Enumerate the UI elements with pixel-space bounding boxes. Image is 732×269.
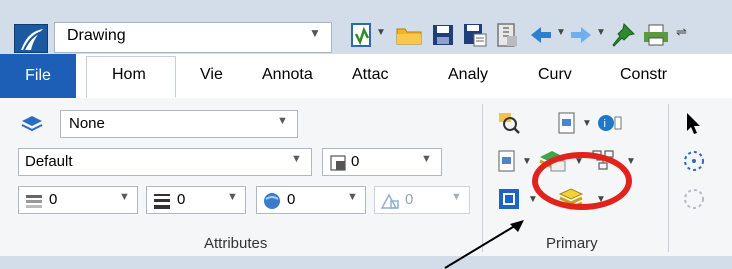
svg-text:i: i	[604, 118, 606, 130]
chevron-down-icon: ▼	[451, 191, 462, 203]
color-icon	[26, 195, 42, 208]
chevron-down-icon: ▼	[227, 191, 238, 203]
priority-icon	[330, 155, 346, 171]
chevron-down-icon: ▼	[309, 26, 321, 40]
priority-value: 0	[351, 153, 360, 170]
weight-value: 0	[177, 191, 186, 208]
save-settings-icon[interactable]	[460, 21, 490, 49]
weight-icon	[154, 194, 170, 209]
tab-attach[interactable]: Attac	[352, 66, 402, 84]
color-value: 0	[49, 191, 58, 208]
ribbon-bottom-border	[0, 256, 732, 269]
workflow-selector-value: Drawing	[67, 27, 126, 44]
clear-selection-icon[interactable]	[682, 186, 706, 212]
tab-curves[interactable]: Curv	[538, 66, 582, 84]
color-combo[interactable]: 0 ▼	[18, 186, 138, 214]
chevron-down-icon: ▼	[119, 191, 130, 203]
models-icon[interactable]	[556, 110, 578, 136]
tab-analyze[interactable]: Analy	[448, 66, 504, 84]
explorer-search-icon[interactable]	[496, 110, 522, 136]
highlight-ellipse	[532, 152, 632, 210]
fence-icon[interactable]	[682, 148, 706, 174]
chevron-down-icon[interactable]: ▼	[376, 27, 386, 38]
primary-group-label: Primary	[546, 235, 598, 252]
select-element-icon[interactable]	[682, 110, 704, 136]
workflow-selector[interactable]: Drawing ▼	[54, 22, 332, 53]
element-template-combo[interactable]: Default ▼	[18, 148, 312, 176]
chevron-down-icon[interactable]: ▼	[528, 194, 538, 205]
weight-combo[interactable]: 0 ▼	[146, 186, 246, 214]
line-style-combo[interactable]: 0 ▼	[256, 186, 366, 214]
transparency-icon	[380, 193, 399, 209]
save-icon[interactable]	[428, 21, 458, 49]
chevron-down-icon[interactable]: ▼	[596, 27, 606, 38]
chevron-down-icon[interactable]: ▼	[522, 156, 532, 167]
chevron-down-icon[interactable]: ▼	[556, 27, 566, 38]
pushpin-icon[interactable]	[608, 21, 638, 49]
line-style-icon	[264, 193, 280, 209]
open-folder-icon[interactable]	[394, 21, 424, 49]
quick-access-toolbar: Drawing ▼ ▼ ▼ ▼ ⇌	[0, 0, 732, 54]
view-attributes-icon[interactable]	[496, 186, 522, 212]
redo-icon[interactable]	[568, 21, 594, 49]
chevron-down-icon: ▼	[277, 115, 288, 127]
attributes-group-label: Attributes	[204, 235, 268, 252]
tab-view[interactable]: Vie	[200, 66, 232, 84]
customize-toolbar-icon[interactable]: ⇌	[676, 24, 687, 40]
level-combo-value: None	[69, 115, 105, 132]
tab-home[interactable]: Hom	[112, 66, 150, 84]
microstation-logo-icon[interactable]	[14, 24, 48, 53]
references-icon[interactable]	[496, 148, 518, 174]
chevron-down-icon[interactable]: ▼	[626, 156, 636, 167]
chevron-down-icon[interactable]: ▼	[582, 118, 592, 129]
tab-constraints[interactable]: Constr	[620, 66, 732, 84]
file-new-icon[interactable]	[348, 21, 376, 49]
tab-annotate[interactable]: Annota	[262, 66, 318, 84]
pointer-arrow-icon	[444, 220, 524, 269]
print-icon[interactable]	[640, 21, 672, 49]
tab-file[interactable]: File	[0, 54, 76, 98]
level-icon	[20, 112, 44, 134]
chevron-down-icon: ▼	[347, 191, 358, 203]
line-style-value: 0	[287, 191, 296, 208]
transparency-value: 0	[405, 191, 414, 208]
level-combo[interactable]: None ▼	[60, 110, 298, 138]
transparency-combo[interactable]: 0 ▼	[374, 186, 470, 214]
chevron-down-icon: ▼	[421, 153, 432, 165]
compress-icon[interactable]	[492, 21, 522, 49]
element-template-value: Default	[25, 153, 73, 170]
ribbon-tab-bar: File Hom Vie Annota Attac Analy Curv Con…	[0, 54, 732, 99]
undo-icon[interactable]	[528, 21, 554, 49]
info-icon[interactable]: i	[596, 110, 624, 136]
group-separator	[668, 104, 669, 252]
priority-combo[interactable]: 0 ▼	[322, 148, 442, 176]
chevron-down-icon: ▼	[291, 153, 302, 165]
